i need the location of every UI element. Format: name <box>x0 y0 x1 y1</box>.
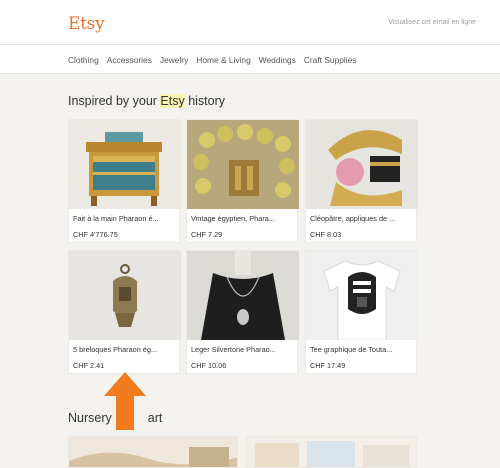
product-price: CHF 4'776.75 <box>73 230 118 239</box>
section-title-suffix: history <box>184 94 226 108</box>
nursery-card-right[interactable] <box>246 436 417 468</box>
product-title[interactable]: Vintage égyptien, Phara... <box>191 214 295 223</box>
section-title-nursery-end: art <box>147 411 163 425</box>
product-card[interactable]: Vintage égyptien, Phara... CHF 7.29 <box>186 119 299 243</box>
product-title[interactable]: Fait à la main Pharaon é... <box>73 214 177 223</box>
product-image-pharaoh-chest[interactable] <box>69 120 181 209</box>
product-image-necklace[interactable] <box>187 251 299 340</box>
product-price: CHF 7.29 <box>191 230 223 239</box>
product-card[interactable]: Fait à la main Pharaon é... CHF 4'776.75 <box>68 119 181 243</box>
etsy-logo[interactable]: Etsy <box>68 14 105 34</box>
product-title[interactable]: 5 breloques Pharaon ég... <box>73 345 177 354</box>
section-title-highlight: Etsy <box>160 94 185 108</box>
category-nav: Clothing Accessories Jewelry Home & Livi… <box>0 45 500 74</box>
product-price: CHF 8.03 <box>310 230 342 239</box>
product-price: CHF 10.06 <box>191 361 227 370</box>
nav-item-craft-supplies[interactable]: Craft Supplies <box>304 55 357 65</box>
product-title[interactable]: Tee graphique de Touta... <box>310 345 414 354</box>
product-image-pharaoh-charm[interactable] <box>69 251 181 340</box>
nav-item-weddings[interactable]: Weddings <box>259 55 296 65</box>
product-price: CHF 2.41 <box>73 361 105 370</box>
product-card[interactable]: Tee graphique de Touta... CHF 17.49 <box>305 250 418 374</box>
section-title-inspired: Inspired by your Etsy history <box>68 94 225 108</box>
product-image-cleopatra-applique[interactable] <box>306 120 418 209</box>
up-arrow-icon <box>104 372 146 430</box>
product-title[interactable]: Cléopâtre, appliques de ... <box>310 214 414 223</box>
product-title[interactable]: Leger Silvertone Pharao... <box>191 345 295 354</box>
product-image-tee[interactable] <box>306 251 418 340</box>
product-card[interactable]: Leger Silvertone Pharao... CHF 10.06 <box>186 250 299 374</box>
nav-item-jewelry[interactable]: Jewelry <box>160 55 188 65</box>
nav-item-accessories[interactable]: Accessories <box>107 55 152 65</box>
product-card[interactable]: 5 breloques Pharaon ég... CHF 2.41 <box>68 250 181 374</box>
product-card[interactable]: Cléopâtre, appliques de ... CHF 8.03 <box>305 119 418 243</box>
nav-item-clothing[interactable]: Clothing <box>68 55 99 65</box>
product-image-beads[interactable] <box>187 120 299 209</box>
email-header: Etsy Visualisez cet email en ligne <box>0 0 500 45</box>
view-online-link[interactable]: Visualisez cet email en ligne <box>388 19 476 26</box>
nursery-card-left[interactable] <box>68 436 238 468</box>
nav-item-home-living[interactable]: Home & Living <box>196 55 250 65</box>
section-title-prefix: Inspired by your <box>68 94 161 108</box>
product-price: CHF 17.49 <box>310 361 346 370</box>
